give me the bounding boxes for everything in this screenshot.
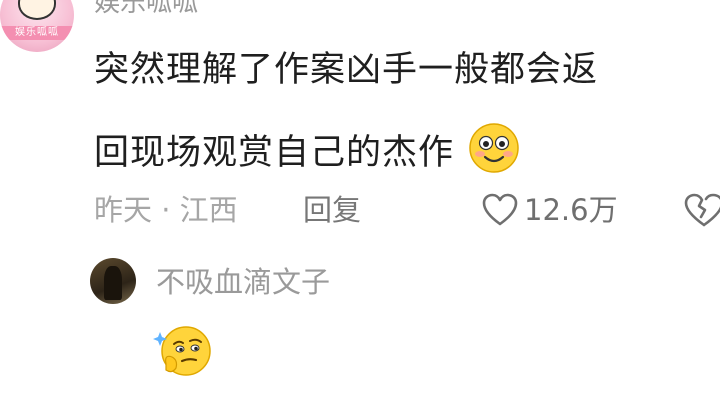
like-button[interactable]: 12.6万 — [482, 190, 618, 230]
comment-meta: 昨天 · 江西 — [94, 193, 238, 227]
avatar-badge: 娱乐呱呱 — [0, 26, 74, 40]
comment-text-line2: 回现场观赏自己的杰作 — [94, 122, 520, 175]
comment-text-line1: 突然理解了作案凶手一般都会返 — [94, 50, 599, 90]
avatar-face — [18, 0, 56, 20]
heart-icon — [482, 193, 518, 226]
comment-text-line2-text: 回现场观赏自己的杰作 — [94, 133, 455, 173]
reply-avatar[interactable] — [90, 258, 136, 304]
smile-emoji-icon — [469, 123, 519, 173]
comment-username[interactable]: 娱乐呱呱 — [94, 0, 198, 20]
broken-heart-icon[interactable] — [684, 192, 720, 228]
reply-avatar-figure — [104, 266, 122, 300]
reply-username[interactable]: 不吸血滴文子 — [156, 262, 330, 302]
thinking-emoji-icon — [153, 326, 211, 376]
avatar[interactable]: 娱乐呱呱 — [0, 0, 74, 52]
reply-button[interactable]: 回复 — [303, 190, 361, 230]
like-count: 12.6万 — [524, 193, 618, 227]
